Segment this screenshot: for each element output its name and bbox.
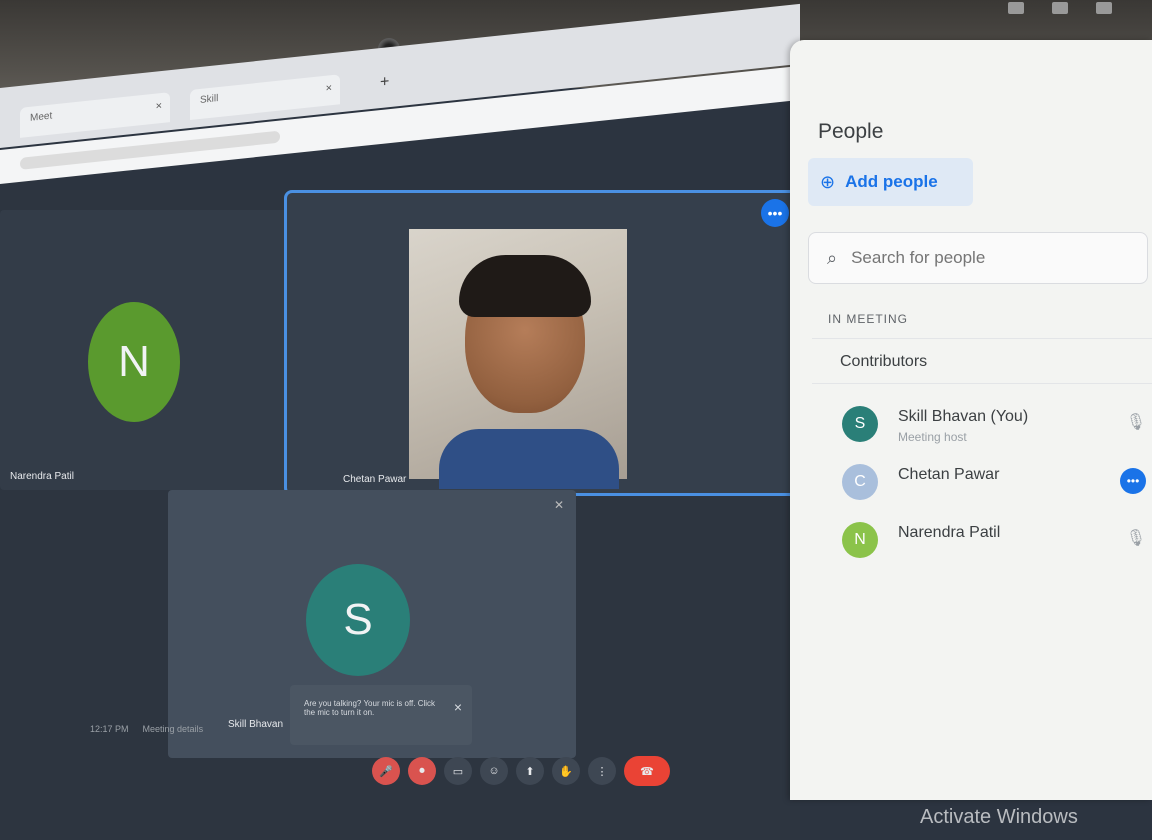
person-row[interactable]: N Narendra Patil 🎙 — [842, 518, 1146, 562]
add-people-button[interactable]: ⊕ Add people — [808, 158, 973, 206]
people-panel: People ⊕ Add people ⌕ IN MEETING Contrib… — [790, 40, 1152, 800]
camera-button[interactable]: ⏺ — [408, 757, 436, 785]
tab-label: Meet — [30, 110, 53, 124]
participant-name: Chetan Pawar — [343, 474, 407, 485]
more-options-button[interactable]: ⋮ — [588, 757, 616, 785]
close-icon[interactable]: × — [326, 82, 332, 95]
close-icon[interactable]: × — [454, 699, 462, 715]
search-input[interactable] — [849, 247, 1094, 269]
mic-button[interactable]: 🎤 — [372, 757, 400, 785]
present-button[interactable]: ⬆ — [516, 757, 544, 785]
captions-button[interactable]: ▭ — [444, 757, 472, 785]
raise-hand-button[interactable]: ✋ — [552, 757, 580, 785]
new-tab-button[interactable]: + — [380, 73, 389, 92]
mic-off-icon: ✕ — [553, 498, 564, 512]
share-icon[interactable] — [1052, 2, 1068, 14]
avatar: S — [842, 406, 878, 442]
section-label: IN MEETING — [828, 312, 909, 326]
avatar: S — [306, 564, 410, 676]
person-name: Narendra Patil — [898, 524, 1001, 541]
person-row[interactable]: C Chetan Pawar ••• — [842, 460, 1146, 504]
participant-name: Skill Bhavan — [228, 719, 284, 730]
video-person-hair — [459, 255, 591, 317]
person-row[interactable]: S Skill Bhavan (You) Meeting host 🎙 — [842, 402, 1146, 446]
more-options-icon[interactable]: ••• — [1120, 468, 1146, 494]
meeting-meta: 12:17 PM Meeting details — [90, 724, 203, 734]
emoji-button[interactable]: ☺ — [480, 757, 508, 785]
participant-tile-active[interactable]: ••• Chetan Pawar — [284, 190, 800, 496]
group-label: Contributors — [840, 353, 928, 370]
add-people-label: Add people — [845, 172, 938, 191]
person-name: Chetan Pawar — [898, 466, 1000, 483]
search-people-field[interactable]: ⌕ — [808, 232, 1148, 284]
person-subtitle: Meeting host — [898, 430, 967, 444]
meeting-time: 12:17 PM — [90, 724, 129, 734]
camera-icon[interactable] — [1008, 2, 1024, 14]
toast-text: Are you talking? Your mic is off. Click … — [304, 699, 436, 717]
meeting-stage: ✕ N Narendra Patil ••• Chetan Pawar ✕ S … — [0, 190, 800, 840]
mic-off-icon[interactable]: 🎙 — [1126, 528, 1146, 548]
avatar: N — [88, 302, 180, 422]
browser-tab[interactable]: Meet × — [20, 92, 170, 138]
close-icon[interactable]: × — [156, 100, 162, 113]
tab-label: Skill — [200, 93, 219, 106]
mic-off-icon[interactable]: 🎙 — [1126, 412, 1146, 432]
participant-name: Narendra Patil — [10, 471, 74, 482]
end-call-button[interactable]: ☎ — [624, 756, 670, 786]
contributors-group[interactable]: Contributors — [812, 338, 1152, 384]
meeting-details-link[interactable]: Meeting details — [143, 724, 204, 734]
search-icon: ⌕ — [827, 247, 838, 268]
call-controls: 🎤 ⏺ ▭ ☺ ⬆ ✋ ⋮ ☎ — [372, 756, 670, 786]
browser-top-icons — [1008, 2, 1112, 14]
browser-tab[interactable]: Skill × — [190, 74, 340, 121]
more-options-button[interactable]: ••• — [761, 199, 789, 227]
video-feed — [409, 229, 627, 489]
participant-tile[interactable]: ✕ N Narendra Patil — [0, 210, 320, 490]
mic-muted-toast: Are you talking? Your mic is off. Click … — [290, 685, 472, 745]
avatar: N — [842, 522, 878, 558]
extension-icon[interactable] — [1096, 2, 1112, 14]
panel-title: People — [818, 120, 884, 143]
avatar: C — [842, 464, 878, 500]
video-person-shirt — [439, 429, 619, 489]
windows-activation-watermark: Activate Windows — [920, 806, 1078, 828]
person-name: Skill Bhavan (You) — [898, 408, 1029, 425]
add-person-icon: ⊕ — [820, 171, 836, 192]
